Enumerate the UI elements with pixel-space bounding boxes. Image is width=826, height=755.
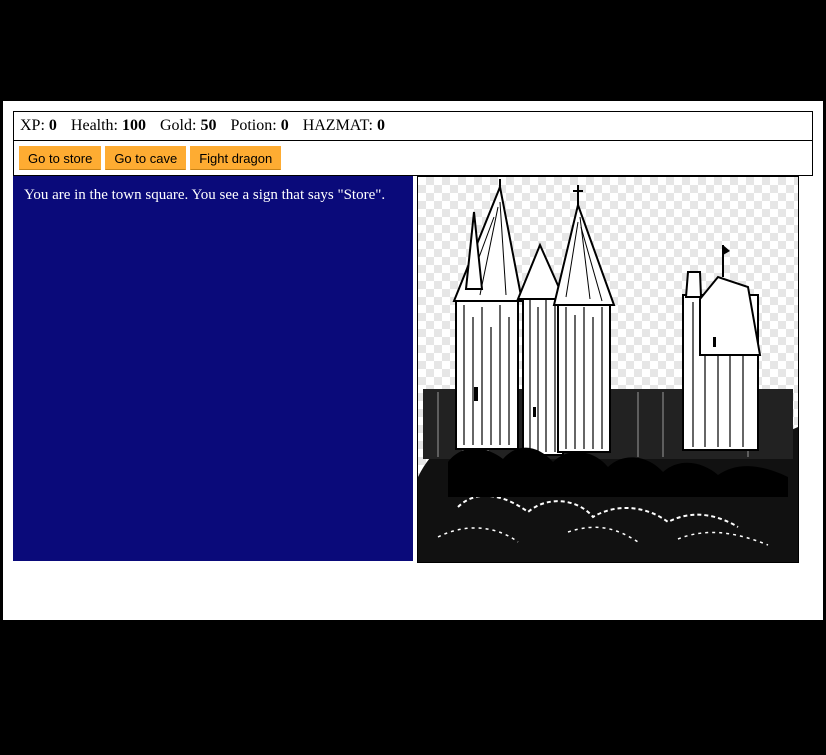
- stat-potion-label: Potion:: [230, 117, 277, 134]
- stat-hazmat-label: HAZMAT:: [302, 117, 373, 134]
- stat-xp: XP: 0: [20, 117, 57, 134]
- controls-bar: Go to store Go to cave Fight dragon: [13, 141, 813, 176]
- stat-xp-label: XP:: [20, 117, 45, 134]
- stat-potion-value: 0: [280, 117, 289, 134]
- go-to-cave-button[interactable]: Go to cave: [105, 146, 187, 170]
- stat-gold: Gold: 50: [160, 117, 216, 134]
- go-to-store-button[interactable]: Go to store: [19, 146, 102, 170]
- stats-bar: XP: 0 Health: 100 Gold: 50 Potion: 0 HAZ…: [13, 111, 813, 141]
- stat-xp-value: 0: [48, 117, 57, 134]
- stat-hazmat: HAZMAT: 0: [303, 117, 385, 134]
- stat-health-label: Health:: [70, 117, 118, 134]
- stat-hazmat-value: 0: [377, 117, 385, 134]
- stat-potion: Potion: 0: [230, 117, 288, 134]
- castle-illustration: [418, 179, 798, 562]
- stat-health: Health: 100: [71, 117, 146, 134]
- game-container: XP: 0 Health: 100 Gold: 50 Potion: 0 HAZ…: [3, 101, 823, 620]
- story-text: You are in the town square. You see a si…: [13, 176, 413, 561]
- stat-gold-label: Gold:: [160, 117, 197, 134]
- location-image: [417, 176, 799, 563]
- stat-gold-value: 50: [200, 117, 217, 134]
- stat-health-value: 100: [122, 117, 146, 134]
- fight-dragon-button[interactable]: Fight dragon: [190, 146, 282, 170]
